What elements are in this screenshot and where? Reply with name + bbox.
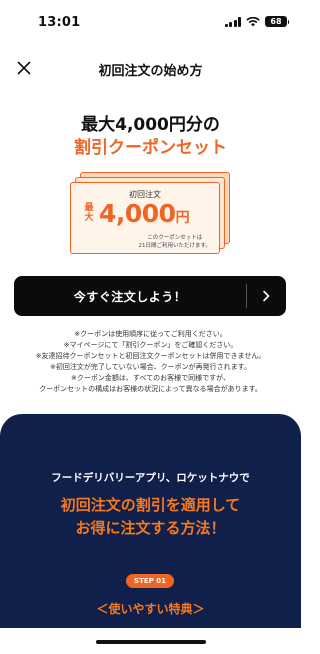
coupon-amount-value: 4,000 xyxy=(99,199,176,228)
coupon-note: このクーポンセットは 21日間ご利用いただけます。 xyxy=(139,235,211,250)
order-now-button[interactable]: 今すぐ注文しよう！ xyxy=(14,276,286,316)
page-title: 初回注文の始め方 xyxy=(98,64,203,79)
how-to-section: フードデリバリーアプリ、ロケットナウで 初回注文の割引を適用して お得に注文する… xyxy=(0,414,301,628)
home-indicator xyxy=(96,640,206,644)
nav-header: 初回注文の始め方 xyxy=(0,44,301,92)
hero-heading: 最大4,000円分の xyxy=(81,115,220,135)
note-line: ※マイページにて「割引クーポン」をご確認ください。 xyxy=(63,341,238,349)
status-bar: 13:01 68 xyxy=(0,0,301,44)
coupon-illustration: 初回注文 最大 4,000円 このクーポンセットは 21日間ご利用いただけます。 xyxy=(70,172,230,256)
coupon-amount: 4,000円 xyxy=(99,199,190,228)
status-time: 13:01 xyxy=(38,15,81,30)
battery-icon: 68 xyxy=(265,16,289,27)
status-icons: 68 xyxy=(224,16,289,27)
step-title: ＜使いやすい特典＞ xyxy=(96,602,205,616)
coupon-card: 初回注文 最大 4,000円 このクーポンセットは 21日間ご利用いただけます。 xyxy=(70,182,220,254)
order-now-label: 今すぐ注文しよう！ xyxy=(73,290,187,304)
wifi-icon xyxy=(246,16,260,26)
coupon-notes: ※クーポンは使用順序に従ってご利用ください。 ※マイページにて「割引クーポン」を… xyxy=(0,329,301,395)
coupon-note-line: このクーポンセットは xyxy=(147,235,203,241)
note-line: クーポンセットの構成はお客様の状況によって異なる場合があります。 xyxy=(39,385,262,393)
note-line: ※クーポンは使用順序に従ってご利用ください。 xyxy=(74,330,227,338)
note-line: ※友達招待クーポンセットと初回注文クーポンセットは併用できません。 xyxy=(35,352,266,360)
hero-subheading: 割引クーポンセット xyxy=(74,138,227,158)
coupon-prefix: 最大 xyxy=(84,203,94,223)
coupon-note-line: 21日間ご利用いただけます。 xyxy=(138,242,211,249)
chevron-right-icon xyxy=(263,290,270,302)
signal-icon xyxy=(224,16,241,27)
note-line: ※初回注文が完了していない場合、クーポンが再発行されます。 xyxy=(50,363,251,371)
cta-divider xyxy=(246,284,247,308)
note-line: ※クーポン金額は、すべてのお客様で同様ですが、 xyxy=(71,374,230,382)
step-badge: STEP 01 xyxy=(126,574,174,588)
section-title: 初回注文の割引を適用して お得に注文する方法！ xyxy=(0,494,301,540)
section-title-line: 初回注文の割引を適用して xyxy=(60,496,241,514)
section-subtitle: フードデリバリーアプリ、ロケットナウで xyxy=(51,472,250,484)
section-title-line: お得に注文する方法！ xyxy=(75,519,226,537)
coupon-currency: 円 xyxy=(175,210,190,226)
